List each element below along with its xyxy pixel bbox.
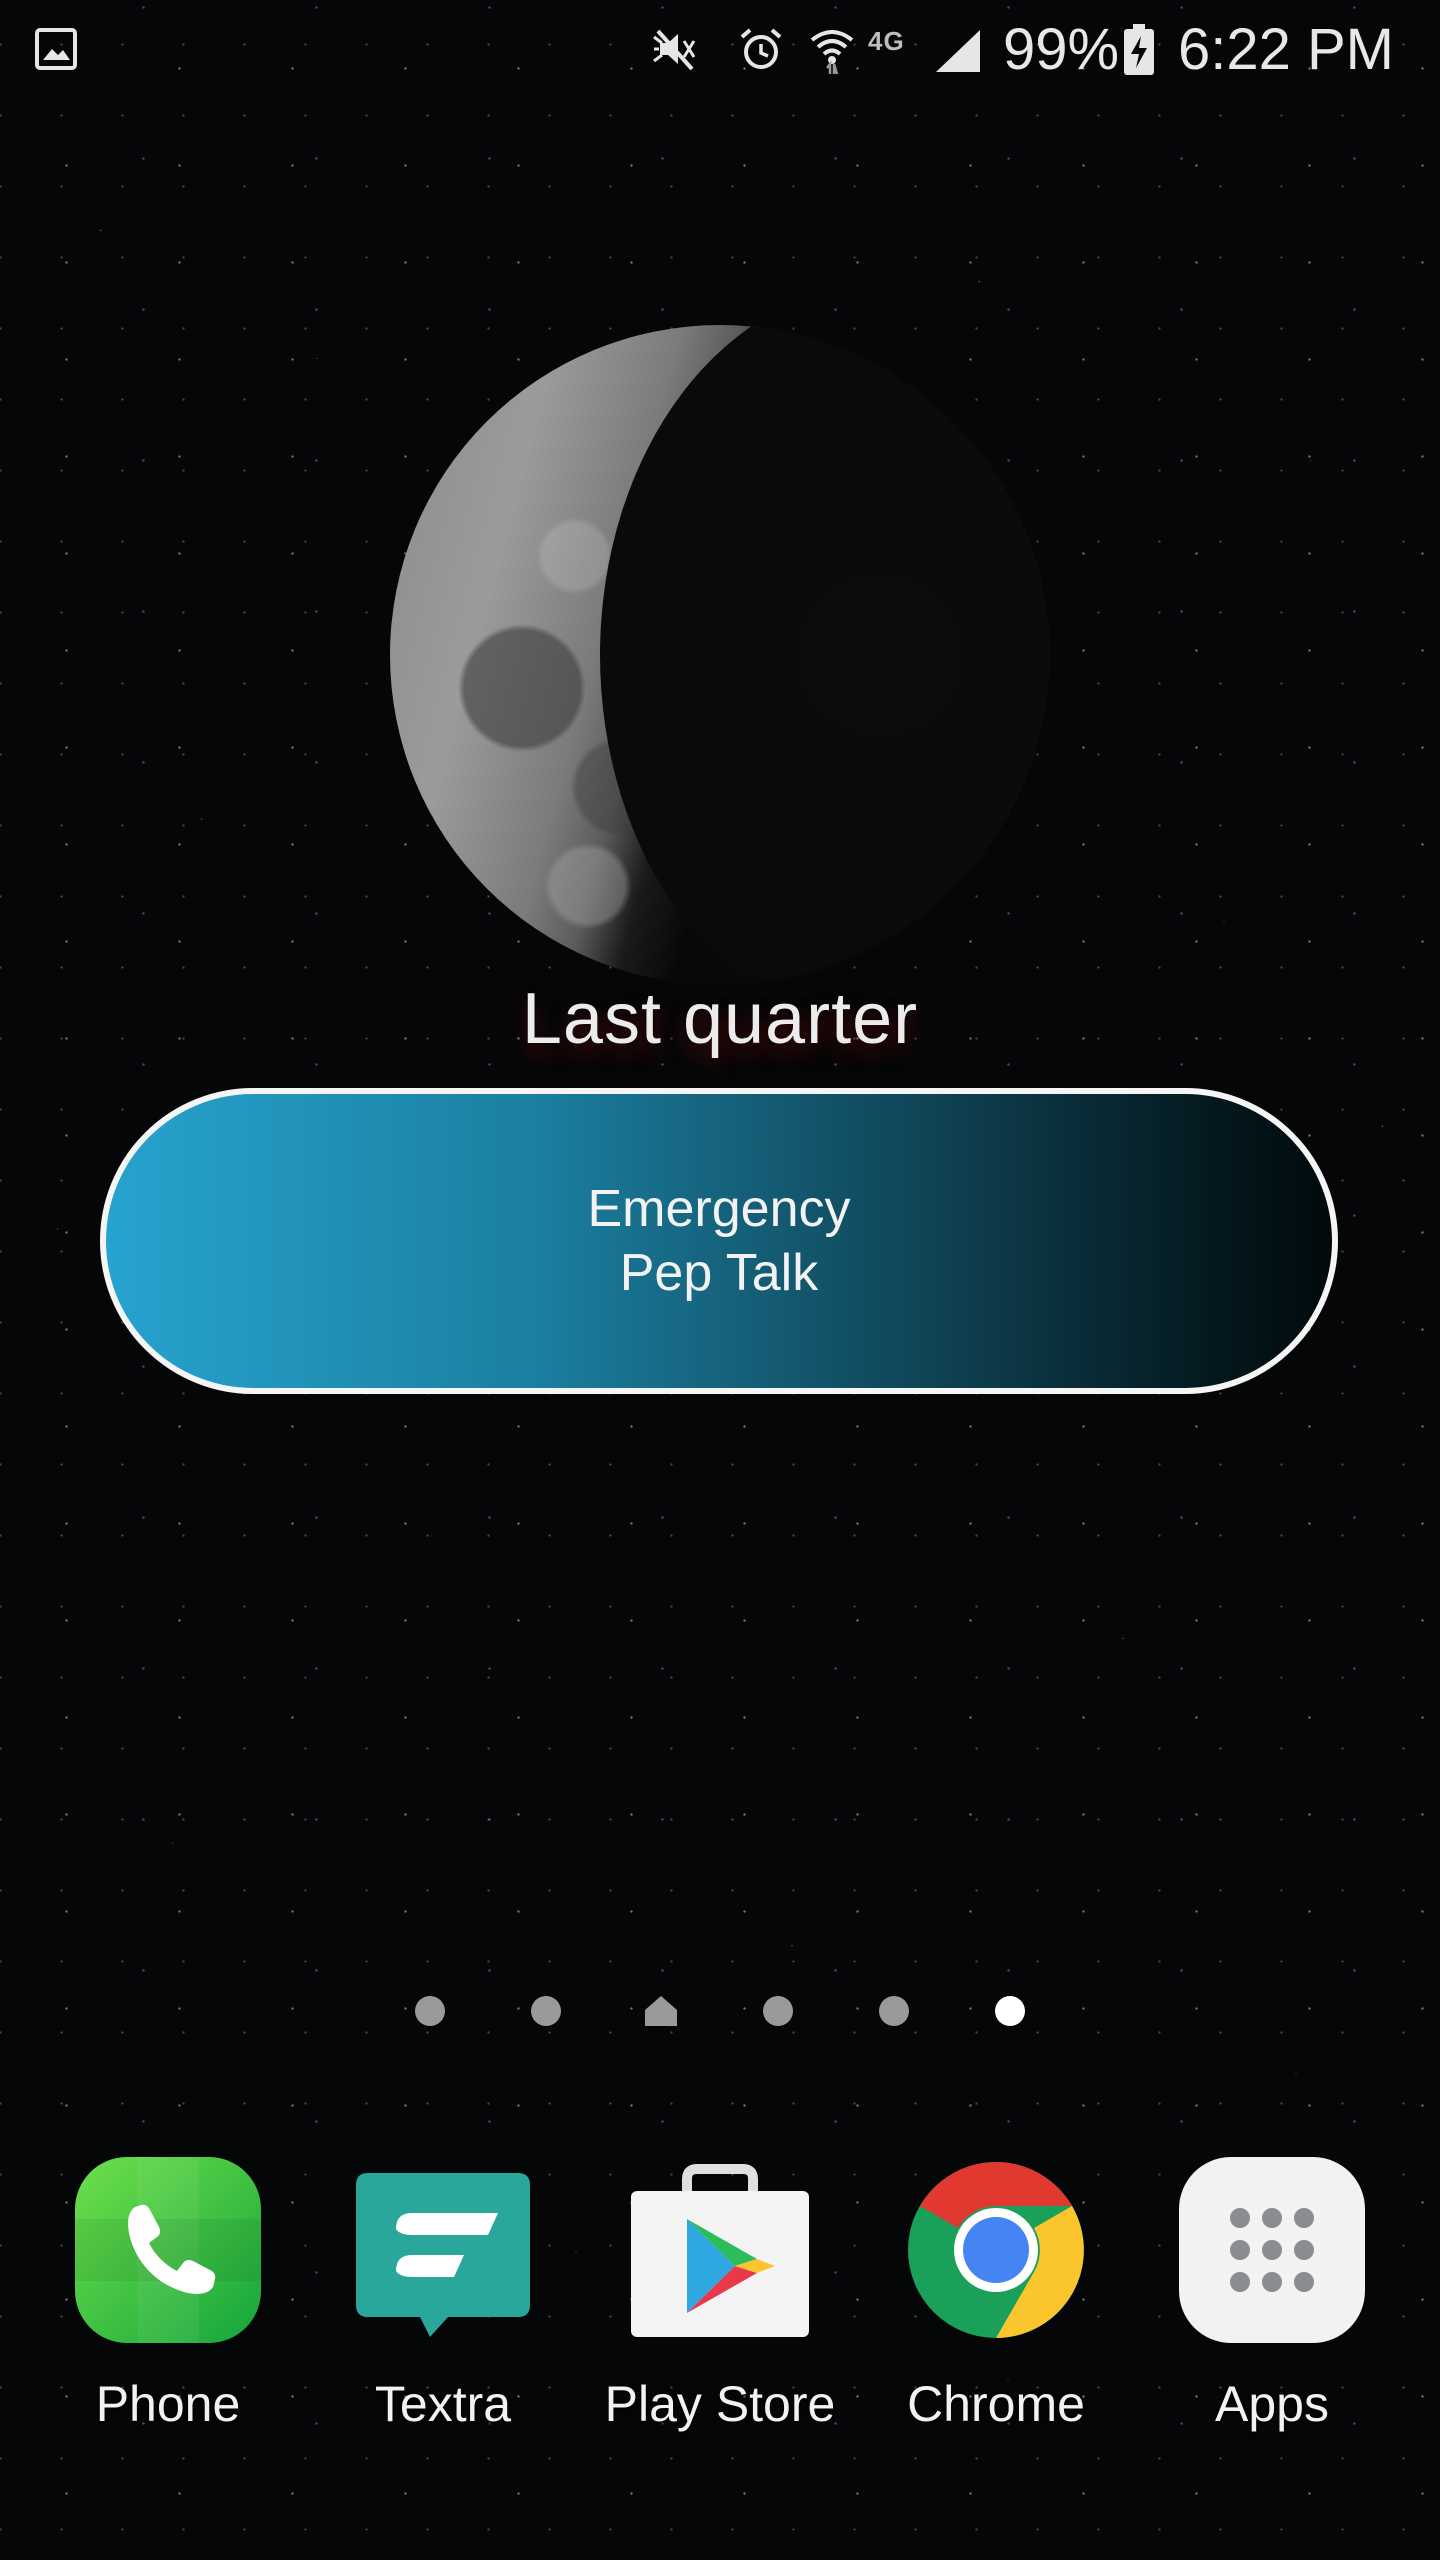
emergency-pep-talk-button[interactable]: Emergency Pep Talk: [100, 1088, 1338, 1394]
network-type-label: 4G: [868, 26, 905, 56]
app-label: Phone: [95, 2376, 241, 2432]
home-screen: 4G 99% 6:22 PM Last quarter Emergency Pe…: [0, 0, 1440, 2560]
page-dot[interactable]: [415, 1996, 445, 2026]
app-label: Chrome: [907, 2376, 1085, 2432]
moon-phase-image[interactable]: [390, 325, 1050, 985]
moon-phase-label: Last quarter: [521, 979, 919, 1059]
signal-icon: [936, 30, 980, 72]
app-label: Textra: [374, 2376, 512, 2432]
alarm-icon: [740, 28, 782, 69]
page-dot-active[interactable]: [995, 1996, 1025, 2026]
pep-talk-line-2: Pep Talk: [619, 1244, 819, 1302]
dock-app-apps[interactable]: Apps: [1147, 2155, 1397, 2445]
dock-app-chrome[interactable]: Chrome: [871, 2155, 1121, 2445]
app-label: Play Store: [604, 2376, 836, 2432]
dock-app-phone[interactable]: Phone: [43, 2155, 293, 2445]
page-dot[interactable]: [531, 1996, 561, 2026]
status-clock: 6:22 PM: [1178, 17, 1394, 82]
dock-app-textra[interactable]: Textra: [318, 2155, 568, 2445]
chrome-icon: [908, 2162, 1084, 2338]
page-indicator: [0, 1990, 1440, 2030]
home-page-icon[interactable]: [643, 1994, 679, 2028]
moon-shadow-side: [600, 325, 1050, 985]
gallery-icon: [35, 28, 77, 70]
pep-talk-line-1: Emergency: [587, 1180, 851, 1238]
textra-icon: [356, 2173, 530, 2337]
mute-icon: [653, 29, 696, 71]
dock-app-play-store[interactable]: Play Store: [595, 2155, 845, 2445]
battery-charging-icon: [1124, 24, 1154, 75]
apps-grid-icon: [1179, 2157, 1365, 2343]
play-store-icon: [631, 2164, 809, 2337]
phone-icon: [75, 2157, 261, 2343]
wifi-icon: [810, 30, 854, 75]
status-bar: 4G 99% 6:22 PM: [0, 0, 1440, 100]
page-dot[interactable]: [879, 1996, 909, 2026]
page-dot[interactable]: [763, 1996, 793, 2026]
battery-percent: 99%: [1003, 17, 1120, 82]
app-label: Apps: [1215, 2376, 1329, 2432]
